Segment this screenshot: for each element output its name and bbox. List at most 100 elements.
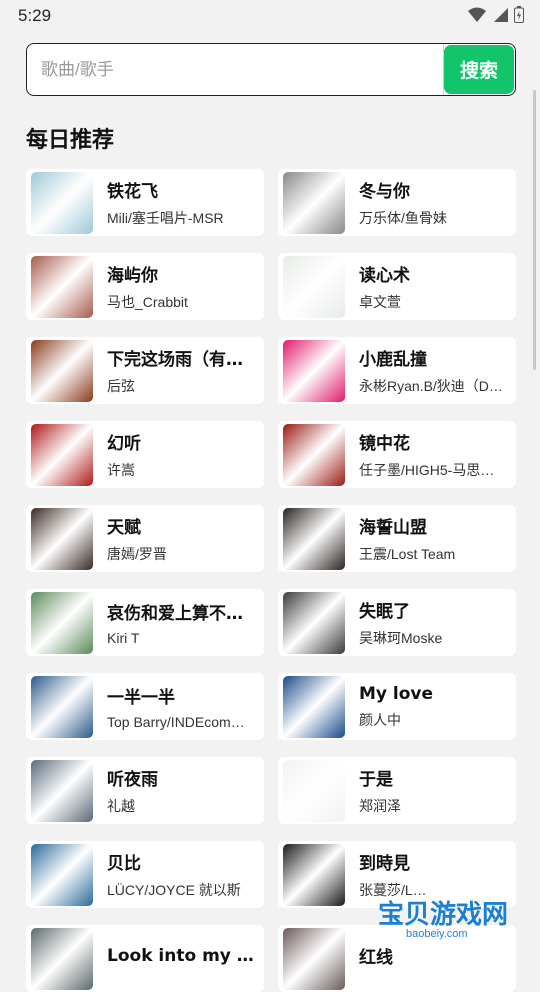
song-title: 冬与你 <box>359 177 508 202</box>
song-artist: LÜCY/JOYCE 就以斯 <box>107 880 256 900</box>
song-meta: 小鹿乱撞永彬Ryan.B/狄迪（D… <box>359 345 516 396</box>
search-button[interactable]: 搜索 <box>444 45 514 94</box>
song-artist: 郑润泽 <box>359 796 508 816</box>
song-card[interactable]: 幻听许嵩 <box>26 421 264 488</box>
song-card[interactable]: 哀伤和爱上算不… Kiri T <box>26 589 264 656</box>
song-title: 下完这场雨（有… <box>107 345 256 370</box>
watermark-sub: baobeiy.com <box>406 928 468 940</box>
song-artist: 后弦 <box>107 376 256 396</box>
song-title: 哀伤和爱上算不… <box>107 599 256 624</box>
song-meta: 一半一半 Top Barry/INDEcom… <box>107 683 264 730</box>
song-title: 一半一半 <box>107 683 256 708</box>
album-cover <box>31 424 93 486</box>
song-meta: 哀伤和爱上算不… Kiri T <box>107 599 264 646</box>
album-cover <box>31 340 93 402</box>
watermark-text: 宝贝游戏网 <box>378 894 508 931</box>
album-cover <box>31 844 93 906</box>
wifi-icon <box>468 7 486 23</box>
song-artist: 任子墨/HIGH5-马思… <box>359 460 508 480</box>
song-meta: 于是郑润泽 <box>359 765 516 816</box>
song-card[interactable]: Look into my eyes <box>26 925 264 992</box>
song-card[interactable]: 镜中花任子墨/HIGH5-马思… <box>278 421 516 488</box>
song-card[interactable]: 一半一半 Top Barry/INDEcom… <box>26 673 264 740</box>
song-meta: 红线 <box>359 943 516 974</box>
song-artist: 王震/Lost Team <box>359 544 508 564</box>
song-card[interactable]: 铁花飞Mili/塞壬唱片-MSR <box>26 169 264 236</box>
album-cover <box>31 172 93 234</box>
song-card[interactable]: 海誓山盟王震/Lost Team <box>278 505 516 572</box>
album-cover <box>283 424 345 486</box>
song-card[interactable]: 海屿你马也_Crabbit <box>26 253 264 320</box>
song-title: Look into my eyes <box>107 946 256 966</box>
song-card[interactable]: 小鹿乱撞永彬Ryan.B/狄迪（D… <box>278 337 516 404</box>
song-artist: 许嵩 <box>107 460 256 480</box>
song-meta: 镜中花任子墨/HIGH5-马思… <box>359 429 516 480</box>
song-meta: 海誓山盟王震/Lost Team <box>359 513 516 564</box>
song-meta: 冬与你万乐体/鱼骨妹 <box>359 177 516 228</box>
song-card[interactable]: 天赋唐嫣/罗晋 <box>26 505 264 572</box>
album-cover <box>31 508 93 570</box>
song-artist: 颜人中 <box>359 710 508 730</box>
song-meta: 听夜雨礼越 <box>107 765 264 816</box>
song-card[interactable]: 失眠了吴琳珂Moske <box>278 589 516 656</box>
status-icons <box>468 6 524 23</box>
song-card[interactable]: My love 颜人中 <box>278 673 516 740</box>
song-title: My love <box>359 684 508 704</box>
album-cover <box>283 256 345 318</box>
album-cover <box>283 340 345 402</box>
song-artist: Top Barry/INDEcom… <box>107 714 256 730</box>
song-grid: 铁花飞Mili/塞壬唱片-MSR 冬与你万乐体/鱼骨妹海屿你马也_Crabbit 读… <box>26 169 516 992</box>
search-input[interactable] <box>27 44 443 95</box>
song-meta: 海屿你马也_Crabbit <box>107 261 264 312</box>
song-card[interactable]: 冬与你万乐体/鱼骨妹 <box>278 169 516 236</box>
song-artist: 唐嫣/罗晋 <box>107 544 256 564</box>
song-card[interactable]: 听夜雨礼越 <box>26 757 264 824</box>
song-title: 听夜雨 <box>107 765 256 790</box>
search-bar: 搜索 <box>26 43 516 96</box>
album-cover <box>31 760 93 822</box>
song-artist: Kiri T <box>107 630 256 646</box>
album-cover <box>283 760 345 822</box>
song-meta: 失眠了吴琳珂Moske <box>359 597 516 648</box>
song-meta: 天赋唐嫣/罗晋 <box>107 513 264 564</box>
song-title: 镜中花 <box>359 429 508 454</box>
song-title: 海屿你 <box>107 261 256 286</box>
song-artist: 永彬Ryan.B/狄迪（D… <box>359 376 508 396</box>
song-meta: Look into my eyes <box>107 946 264 972</box>
song-card[interactable]: 贝比 LÜCY/JOYCE 就以斯 <box>26 841 264 908</box>
song-title: 海誓山盟 <box>359 513 508 538</box>
song-artist: 万乐体/鱼骨妹 <box>359 208 508 228</box>
song-meta: 读心术卓文萱 <box>359 261 516 312</box>
song-card[interactable]: 于是郑润泽 <box>278 757 516 824</box>
song-title: 幻听 <box>107 429 256 454</box>
scrollbar[interactable] <box>533 90 536 370</box>
status-bar: 5:29 <box>0 0 540 32</box>
song-artist: 卓文萱 <box>359 292 508 312</box>
section-title: 每日推荐 <box>26 122 114 154</box>
song-meta: 铁花飞Mili/塞壬唱片-MSR <box>107 177 264 228</box>
signal-icon <box>492 7 508 23</box>
album-cover <box>31 256 93 318</box>
song-title: 红线 <box>359 943 508 968</box>
song-meta: My love 颜人中 <box>359 684 516 730</box>
album-cover <box>31 676 93 738</box>
song-title: 于是 <box>359 765 508 790</box>
song-meta: 幻听许嵩 <box>107 429 264 480</box>
song-artist: 马也_Crabbit <box>107 292 256 312</box>
song-title: 小鹿乱撞 <box>359 345 508 370</box>
song-title: 铁花飞 <box>107 177 256 202</box>
song-card[interactable]: 下完这场雨（有… 后弦 <box>26 337 264 404</box>
song-title: 天赋 <box>107 513 256 538</box>
song-title: 失眠了 <box>359 597 508 622</box>
song-card[interactable]: 读心术卓文萱 <box>278 253 516 320</box>
status-time: 5:29 <box>18 6 51 26</box>
album-cover <box>31 928 93 990</box>
song-title: 贝比 <box>107 849 256 874</box>
album-cover <box>283 676 345 738</box>
album-cover <box>283 172 345 234</box>
battery-icon <box>514 6 524 23</box>
song-meta: 贝比 LÜCY/JOYCE 就以斯 <box>107 849 264 900</box>
song-artist: 礼越 <box>107 796 256 816</box>
song-title: 到時見 <box>359 849 508 874</box>
song-title: 读心术 <box>359 261 508 286</box>
